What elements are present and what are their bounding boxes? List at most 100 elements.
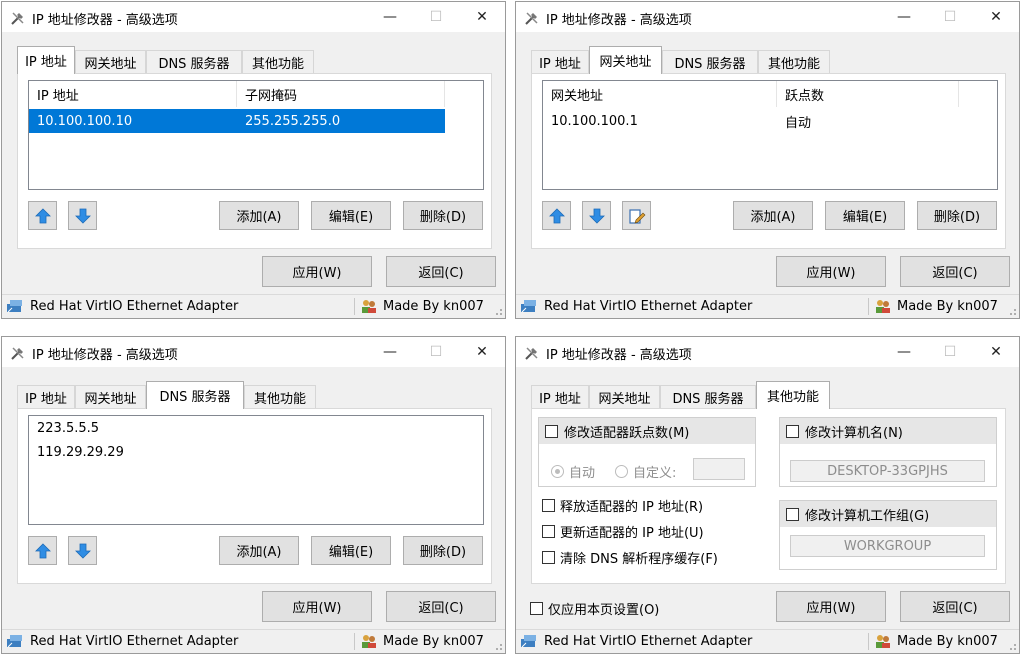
add-button[interactable]: 添加(A): [733, 201, 813, 230]
tab-ip-address[interactable]: IP 地址: [17, 46, 75, 74]
add-button[interactable]: 添加(A): [219, 536, 299, 565]
edit-button[interactable]: 编辑(E): [311, 536, 391, 565]
back-button[interactable]: 返回(C): [386, 256, 496, 287]
move-down-button[interactable]: [582, 201, 611, 230]
close-button[interactable]: ✕: [459, 337, 505, 367]
tab-dns[interactable]: DNS 服务器: [146, 50, 242, 74]
auto-radio[interactable]: [551, 465, 564, 478]
resize-grip-icon[interactable]: [1007, 306, 1017, 316]
workgroup-field[interactable]: WORKGROUP: [790, 535, 985, 557]
computer-name-field[interactable]: DESKTOP-33GPJHS: [790, 460, 985, 482]
flush-dns-row[interactable]: 清除 DNS 解析程序缓存(F): [542, 548, 718, 567]
edit-button[interactable]: 编辑(E): [825, 201, 905, 230]
tab-other[interactable]: 其他功能: [244, 385, 316, 409]
release-ip-row[interactable]: 释放适配器的 IP 地址(R): [542, 496, 703, 515]
move-down-button[interactable]: [68, 201, 97, 230]
move-down-button[interactable]: [68, 536, 97, 565]
computer-name-checkbox[interactable]: [786, 424, 799, 438]
edit-metric-button[interactable]: [622, 201, 651, 230]
move-up-button[interactable]: [28, 536, 57, 565]
title-bar[interactable]: IP 地址修改器 - 高级选项 — ☐ ✕: [2, 337, 505, 367]
metric-checkbox[interactable]: [545, 424, 558, 438]
tab-ip-address[interactable]: IP 地址: [531, 50, 589, 74]
custom-metric-input[interactable]: [693, 458, 745, 480]
workgroup-header[interactable]: 修改计算机工作组(G): [780, 501, 996, 527]
tab-dns[interactable]: DNS 服务器: [146, 381, 244, 409]
tab-gateway[interactable]: 网关地址: [589, 46, 662, 74]
title-bar[interactable]: IP 地址修改器 - 高级选项 — ☐ ✕: [516, 2, 1019, 32]
column-header-gateway[interactable]: 网关地址: [543, 81, 777, 107]
add-button[interactable]: 添加(A): [219, 201, 299, 230]
minimize-button[interactable]: —: [881, 337, 927, 367]
maximize-button[interactable]: ☐: [413, 2, 459, 32]
tab-gateway[interactable]: 网关地址: [589, 385, 660, 409]
maximize-button[interactable]: ☐: [927, 2, 973, 32]
adapter-name: Red Hat VirtIO Ethernet Adapter: [30, 633, 239, 649]
apply-button[interactable]: 应用(W): [262, 591, 372, 622]
close-button[interactable]: ✕: [973, 337, 1019, 367]
status-bar: Red Hat VirtIO Ethernet Adapter Made By …: [516, 629, 1019, 653]
delete-button[interactable]: 删除(D): [917, 201, 997, 230]
resize-grip-icon[interactable]: [1007, 641, 1017, 651]
tab-dns[interactable]: DNS 服务器: [660, 385, 756, 409]
dns-list[interactable]: 223.5.5.5 119.29.29.29: [28, 415, 484, 525]
network-adapter-icon: [521, 635, 536, 648]
tab-dns[interactable]: DNS 服务器: [662, 50, 758, 74]
move-up-button[interactable]: [542, 201, 571, 230]
auto-radio-row[interactable]: 自动: [551, 462, 595, 481]
workgroup-checkbox[interactable]: [786, 507, 799, 521]
tab-gateway[interactable]: 网关地址: [75, 50, 146, 74]
title-bar[interactable]: IP 地址修改器 - 高级选项 — ☐ ✕: [516, 337, 1019, 367]
renew-ip-checkbox[interactable]: [542, 525, 555, 538]
resize-grip-icon[interactable]: [493, 306, 503, 316]
back-button[interactable]: 返回(C): [900, 256, 1010, 287]
list-item[interactable]: 223.5.5.5: [37, 421, 99, 436]
arrow-down-icon: [588, 208, 605, 224]
resize-grip-icon[interactable]: [493, 641, 503, 651]
back-button[interactable]: 返回(C): [386, 591, 496, 622]
minimize-button[interactable]: —: [367, 2, 413, 32]
edit-button[interactable]: 编辑(E): [311, 201, 391, 230]
gateway-list[interactable]: 网关地址 跃点数 10.100.100.1 自动: [542, 80, 998, 190]
table-row[interactable]: 10.100.100.10 255.255.255.0: [29, 109, 445, 133]
tab-gateway[interactable]: 网关地址: [75, 385, 146, 409]
list-item[interactable]: 119.29.29.29: [37, 445, 124, 460]
release-ip-checkbox[interactable]: [542, 499, 555, 512]
window-gateway: IP 地址修改器 - 高级选项 — ☐ ✕ IP 地址 网关地址 DNS 服务器…: [515, 1, 1020, 319]
status-bar: Red Hat VirtIO Ethernet Adapter Made By …: [516, 294, 1019, 318]
renew-ip-row[interactable]: 更新适配器的 IP 地址(U): [542, 522, 704, 541]
apply-button[interactable]: 应用(W): [776, 591, 886, 622]
back-button[interactable]: 返回(C): [900, 591, 1010, 622]
custom-radio-row[interactable]: 自定义:: [615, 462, 676, 481]
tab-other[interactable]: 其他功能: [758, 50, 830, 74]
close-button[interactable]: ✕: [459, 2, 505, 32]
delete-button[interactable]: 删除(D): [403, 536, 483, 565]
tab-ip-address[interactable]: IP 地址: [531, 385, 589, 409]
column-header-metric[interactable]: 跃点数: [777, 81, 959, 107]
apply-button[interactable]: 应用(W): [776, 256, 886, 287]
apply-button[interactable]: 应用(W): [262, 256, 372, 287]
column-header-mask[interactable]: 子网掩码: [237, 81, 445, 107]
maximize-button[interactable]: ☐: [413, 337, 459, 367]
title-bar[interactable]: IP 地址修改器 - 高级选项 — ☐ ✕: [2, 2, 505, 32]
tab-other[interactable]: 其他功能: [242, 50, 314, 74]
tab-ip-address[interactable]: IP 地址: [17, 385, 75, 409]
custom-radio[interactable]: [615, 465, 628, 478]
apply-page-only-row[interactable]: 仅应用本页设置(O): [530, 599, 659, 618]
close-button[interactable]: ✕: [973, 2, 1019, 32]
author-text: Made By kn007: [897, 633, 998, 649]
ip-list[interactable]: IP 地址 子网掩码 10.100.100.10 255.255.255.0: [28, 80, 484, 190]
author-status: Made By kn007: [360, 633, 484, 649]
maximize-button[interactable]: ☐: [927, 337, 973, 367]
delete-button[interactable]: 删除(D): [403, 201, 483, 230]
tab-other[interactable]: 其他功能: [756, 381, 830, 409]
minimize-button[interactable]: —: [367, 337, 413, 367]
move-up-button[interactable]: [28, 201, 57, 230]
flush-dns-checkbox[interactable]: [542, 551, 555, 564]
apply-page-only-checkbox[interactable]: [530, 602, 543, 615]
column-header-ip[interactable]: IP 地址: [29, 81, 237, 107]
table-row[interactable]: 10.100.100.1 自动: [543, 109, 959, 133]
minimize-button[interactable]: —: [881, 2, 927, 32]
computer-name-header[interactable]: 修改计算机名(N): [780, 418, 996, 444]
metric-group-header[interactable]: 修改适配器跃点数(M): [539, 418, 755, 444]
